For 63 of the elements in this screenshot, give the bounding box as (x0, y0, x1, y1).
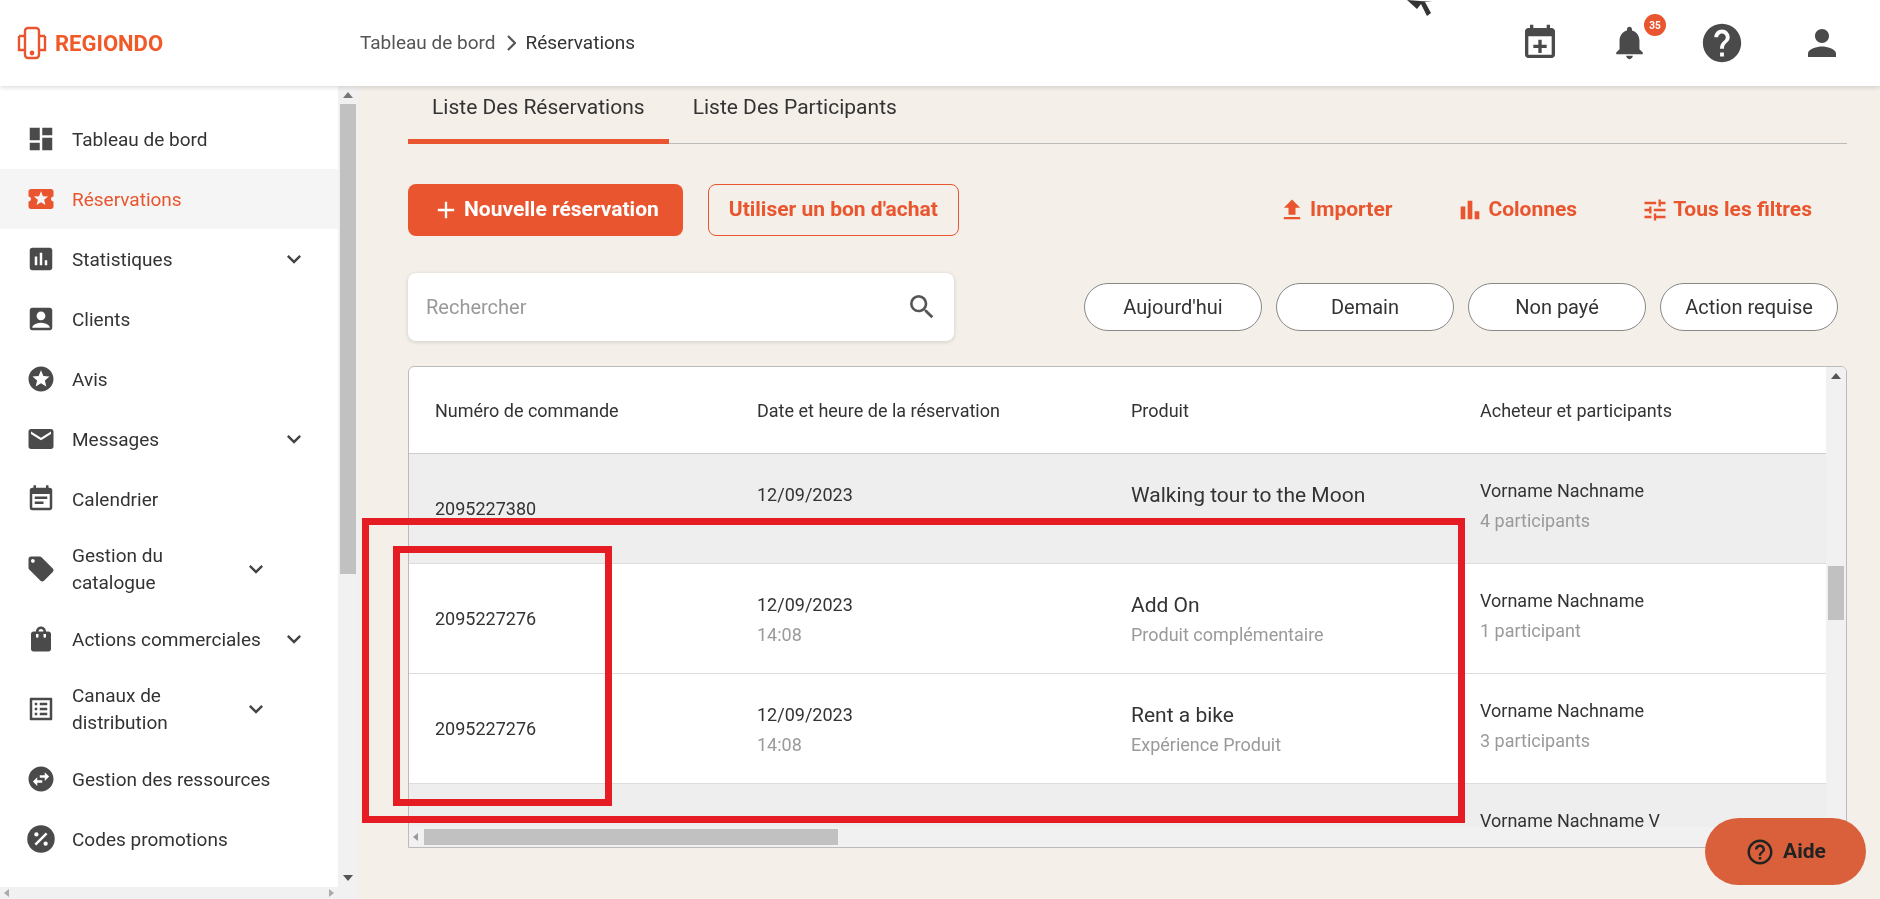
table-cell-text: 12/09/2023 (757, 483, 854, 507)
notification-badge: 35 (1644, 14, 1666, 36)
table-cell-text: Walking tour to the Moon (1131, 482, 1367, 509)
sidebar-item[interactable]: Tableau de bord (0, 109, 338, 169)
table-cell-text: Add On (1131, 592, 1201, 619)
table-cell-text: Vorname Nachname (1480, 479, 1645, 503)
table-cell-text: 1 participant (1480, 619, 1582, 643)
tab[interactable]: Liste Des Réservations (408, 86, 669, 144)
percent-icon (26, 824, 56, 854)
bell-icon[interactable] (1616, 26, 1643, 60)
table-cell-text: 14:08 (757, 733, 803, 757)
filter-chip[interactable]: Action requise (1660, 283, 1838, 331)
sidebar-item[interactable]: Codes promotions (0, 809, 338, 869)
filter-chip[interactable]: Non payé (1468, 283, 1646, 331)
sidebar-item[interactable]: Gestion des ressources (0, 749, 338, 809)
table-cell-text: Produit complémentaire (1131, 623, 1325, 647)
table-cell-text: 3 participants (1480, 729, 1592, 753)
star-icon (26, 364, 56, 394)
chevron-right-icon (505, 35, 516, 51)
scroll-up-icon[interactable] (343, 92, 353, 98)
table-cell-text: Vorname Nachname (1480, 589, 1645, 613)
tab[interactable]: Liste Des Participants (668, 86, 921, 144)
sidebar-item[interactable]: Canaux de distribution (0, 669, 338, 749)
table-cell-text: Vorname Nachname V (1480, 809, 1661, 828)
help-button[interactable]: Aide (1705, 818, 1866, 885)
table-cell-text: Vorname Nachname (1480, 699, 1645, 723)
sidebar-item[interactable]: Avis (0, 349, 338, 409)
sidebar-item[interactable]: Statistiques (0, 229, 338, 289)
table-cell-text: 2095227276 (435, 717, 537, 741)
column-header[interactable]: Numéro de commande (409, 396, 757, 424)
table-cell-text: 12/09/2023 (757, 593, 854, 617)
scroll-up-icon[interactable] (1831, 373, 1841, 379)
sidebar-item[interactable]: Clients (0, 289, 338, 349)
table-cell-text: 12/09/2023 (757, 703, 854, 727)
table-row[interactable]: 2095227380 12/09/2023 Walking tour to the Moon Vorname Nachname 4 participants (409, 454, 1826, 564)
breadcrumb-link[interactable]: Tableau de bord (360, 28, 496, 58)
table-cell-text: Expérience Produit (1131, 733, 1283, 757)
scroll-down-icon[interactable] (343, 875, 353, 881)
scrollbar-thumb[interactable] (424, 829, 838, 845)
sidebar-item[interactable]: Gestion du catalogue (0, 529, 338, 609)
logo-icon (17, 26, 47, 60)
scrollbar-thumb[interactable] (1828, 566, 1844, 620)
search-input[interactable]: Rechercher (426, 292, 906, 322)
sidebar-item[interactable]: Messages (0, 409, 338, 469)
logo-text: REGIONDO (55, 29, 164, 58)
scrollbar[interactable] (338, 86, 358, 887)
table-cell-text: 4 participants (1480, 509, 1592, 533)
breadcrumb-current: Réservations (525, 29, 636, 56)
new-reservation-button[interactable]: Nouvelle réservation (408, 184, 683, 236)
column-header[interactable]: Produit (1131, 396, 1480, 424)
table-cell-text: 2095227380 (435, 497, 537, 521)
filter-chip[interactable]: Demain (1276, 283, 1454, 331)
search-field[interactable]: Rechercher (408, 273, 954, 341)
sidebar-item[interactable]: Actions commerciales (0, 609, 338, 669)
sidebar-item[interactable]: Calendrier (0, 469, 338, 529)
tag-icon (26, 554, 56, 584)
column-header[interactable]: Date et heure de la réservation (757, 396, 1131, 424)
table-cell-text: 14:08 (757, 623, 803, 647)
swap-arrows-icon (26, 764, 56, 794)
column-header[interactable]: Acheteur et participants (1480, 396, 1826, 424)
table-cell-text: Rent a bike (1131, 702, 1235, 729)
filter-chip[interactable]: Aujourd'hui (1084, 283, 1262, 331)
table-cell-text: 2095227276 (435, 607, 537, 631)
